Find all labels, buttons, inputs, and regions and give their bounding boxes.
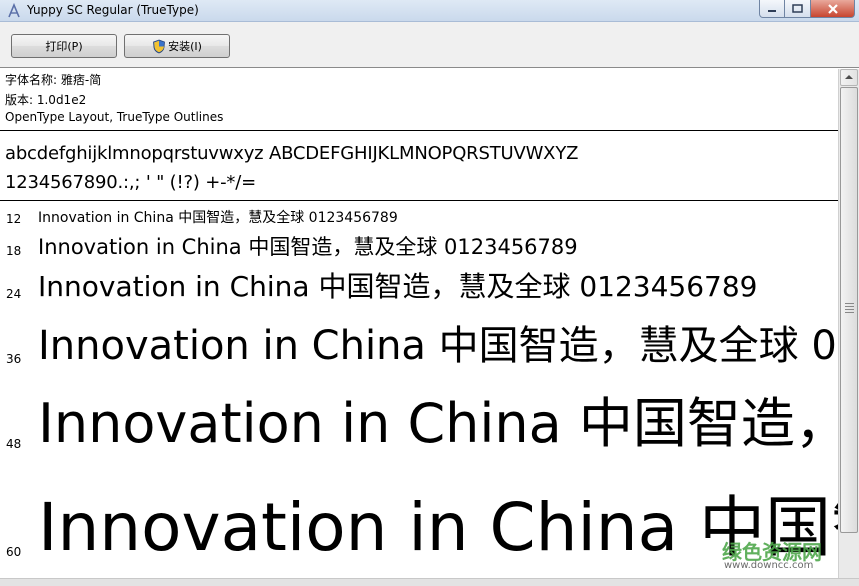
print-button[interactable]: 打印(P) bbox=[11, 34, 117, 58]
sample-text: Innovation in China 中国智造，慧及全球 0123456789 bbox=[38, 323, 838, 369]
uac-shield-icon bbox=[153, 39, 166, 53]
thumb-grip bbox=[845, 312, 854, 313]
scroll-thumb[interactable] bbox=[840, 87, 858, 533]
sample-row-18: 18 Innovation in China 中国智造，慧及全球 0123456… bbox=[0, 233, 838, 261]
font-version-line: 版本: 1.0d1e2 bbox=[5, 93, 87, 107]
sample-text: Innovation in China 中国智造，慧及全球 0123456789 bbox=[38, 392, 838, 455]
minimize-button[interactable] bbox=[759, 0, 785, 18]
print-button-label: 打印(P) bbox=[45, 40, 83, 53]
site-watermark: 绿色资源网 www.downcc.com bbox=[722, 536, 840, 578]
vertical-scrollbar[interactable] bbox=[838, 69, 859, 578]
font-type-line: OpenType Layout, TrueType Outlines bbox=[5, 110, 224, 124]
font-name-line: 字体名称: 雅痞-简 bbox=[5, 73, 102, 87]
toolbar: 打印(P) 安装(I) bbox=[0, 22, 859, 68]
window-title: Yuppy SC Regular (TrueType) bbox=[27, 3, 199, 17]
title-bar[interactable]: Yuppy SC Regular (TrueType) bbox=[0, 0, 859, 22]
sample-row-60: 60 Innovation in China 中国智造，慧及全球 0123456… bbox=[0, 483, 838, 578]
sample-row-48: 48 Innovation in China 中国智造，慧及全球 0123456… bbox=[0, 387, 838, 467]
font-preview-pane: 字体名称: 雅痞-简 版本: 1.0d1e2 OpenType Layout, … bbox=[0, 69, 838, 578]
sample-text: Innovation in China 中国智造，慧及全球 0123456789 bbox=[38, 235, 578, 259]
thumb-grip bbox=[845, 303, 854, 304]
size-label: 48 bbox=[6, 437, 22, 451]
sample-row-36: 36 Innovation in China 中国智造，慧及全球 0123456… bbox=[0, 317, 838, 377]
charset-letters: abcdefghijklmnopqrstuvwxyz ABCDEFGHIJKLM… bbox=[5, 143, 579, 164]
sample-text: Innovation in China 中国智造，慧及全球 0123456789 bbox=[38, 210, 398, 226]
sample-row-24: 24 Innovation in China 中国智造，慧及全球 0123456… bbox=[0, 267, 838, 307]
size-label: 18 bbox=[6, 244, 22, 258]
sample-text: Innovation in China 中国智造，慧及全球 0123456789 bbox=[38, 489, 838, 566]
maximize-button[interactable] bbox=[785, 0, 811, 18]
maximize-icon bbox=[792, 4, 803, 13]
separator-line bbox=[0, 200, 838, 201]
thumb-grip bbox=[845, 309, 854, 310]
size-label: 36 bbox=[6, 352, 22, 366]
chevron-up-icon bbox=[845, 75, 853, 79]
close-button[interactable] bbox=[811, 0, 855, 18]
charset-digits-symbols: 1234567890.:,; ' " (!?) +-*/= bbox=[5, 172, 256, 193]
sample-row-12: 12 Innovation in China 中国智造，慧及全球 0123456… bbox=[0, 209, 838, 227]
separator-line bbox=[0, 130, 838, 131]
minimize-icon bbox=[768, 9, 776, 12]
install-button[interactable]: 安装(I) bbox=[124, 34, 230, 58]
scroll-up-button[interactable] bbox=[840, 69, 858, 86]
sample-text: Innovation in China 中国智造，慧及全球 0123456789 bbox=[38, 270, 758, 303]
caption-buttons bbox=[759, 0, 855, 18]
font-viewer-icon bbox=[8, 3, 20, 18]
install-button-label: 安装(I) bbox=[168, 40, 202, 53]
watermark-url: www.downcc.com bbox=[724, 560, 814, 571]
size-label: 12 bbox=[6, 212, 22, 226]
thumb-grip bbox=[845, 306, 854, 307]
size-label: 24 bbox=[6, 287, 22, 301]
window-bottom-edge bbox=[0, 578, 859, 586]
close-icon bbox=[827, 3, 838, 14]
size-label: 60 bbox=[6, 545, 22, 559]
